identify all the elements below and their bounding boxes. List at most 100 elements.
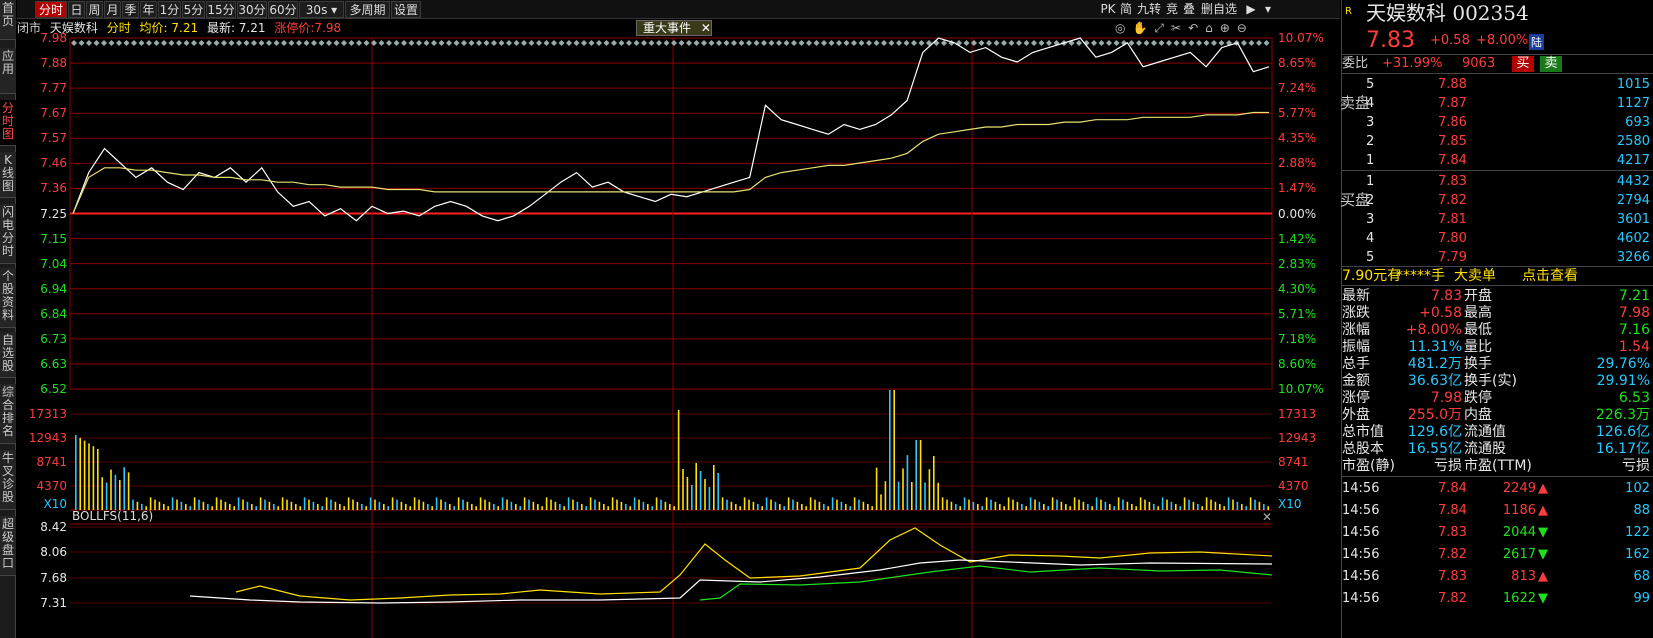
volume-bar bbox=[400, 501, 403, 510]
volume-bar bbox=[325, 497, 328, 510]
tick-diamond-mark bbox=[318, 40, 325, 46]
tick-diamond-mark bbox=[1188, 40, 1195, 46]
volume-bar bbox=[1113, 506, 1115, 510]
level-price: 7.87 bbox=[1438, 96, 1467, 111]
volume-bar bbox=[1210, 499, 1212, 510]
order-ratio-row: 委比 +31.99% 9063 买 卖 bbox=[1342, 54, 1653, 72]
tick-diamond-mark bbox=[1196, 40, 1202, 46]
buy-button[interactable]: 买 bbox=[1512, 56, 1534, 72]
stat-value: 126.6亿 bbox=[1595, 424, 1650, 440]
indicator-close-icon: ✕ bbox=[1262, 510, 1272, 524]
tick-diamond-mark bbox=[258, 40, 265, 46]
tick-diamond-mark bbox=[506, 40, 512, 46]
volume-bar bbox=[378, 501, 381, 510]
tick-count: 88 bbox=[1633, 503, 1650, 518]
volume-bar bbox=[303, 497, 306, 510]
bid-level-row[interactable]: 4 7.80 4602 bbox=[1342, 230, 1653, 248]
volume-bar bbox=[127, 472, 130, 510]
ask-level-row[interactable]: 2 7.85 2580 bbox=[1342, 133, 1653, 151]
volume-bar bbox=[1197, 504, 1199, 510]
stat-label: 跌停 bbox=[1464, 390, 1492, 406]
intraday-chart[interactable]: BOLLFS(11,6) ✕ bbox=[0, 0, 1340, 638]
volume-bar bbox=[1232, 499, 1234, 510]
volume-bar bbox=[1091, 506, 1093, 510]
tick-diamond-mark bbox=[483, 40, 490, 46]
sell-button[interactable]: 卖 bbox=[1540, 56, 1562, 72]
volume-bar bbox=[950, 501, 953, 510]
volume-bar bbox=[193, 497, 196, 510]
big-order-row[interactable]: 7.90元有 *****手 大卖单 点击查看 bbox=[1342, 266, 1653, 284]
tick-diamond-mark bbox=[986, 40, 992, 46]
level-index: 5 bbox=[1366, 250, 1375, 265]
tick-diamond-mark bbox=[708, 40, 715, 46]
tick-diamond-mark bbox=[86, 40, 92, 46]
volume-bar bbox=[259, 497, 262, 510]
tick-price: 7.84 bbox=[1438, 481, 1467, 496]
volume-bar bbox=[312, 501, 315, 510]
volume-bar bbox=[1192, 501, 1195, 510]
boll-mid-line bbox=[189, 559, 1273, 604]
tick-diamond-mark bbox=[753, 40, 760, 46]
ask-level-row[interactable]: 5 7.88 1015 bbox=[1342, 76, 1653, 94]
volume-bar bbox=[101, 477, 103, 510]
bid-level-row[interactable]: 3 7.81 3601 bbox=[1342, 211, 1653, 229]
stat-label: 总手 bbox=[1342, 356, 1370, 372]
tick-diamond-mark bbox=[896, 40, 902, 46]
volume-bar bbox=[1254, 499, 1256, 510]
order-ratio-value: +31.99% bbox=[1382, 56, 1443, 71]
volume-bar bbox=[119, 480, 121, 510]
stats-row: 总市值 129.6亿 流通值 126.6亿 bbox=[1342, 423, 1653, 441]
volume-bar bbox=[955, 504, 957, 510]
arrow-down-icon: ▼ bbox=[1538, 525, 1548, 540]
volume-bar bbox=[1038, 501, 1041, 510]
volume-bar bbox=[462, 499, 464, 510]
bid-level-row[interactable]: 5 7.79 3266 bbox=[1342, 249, 1653, 267]
level-volume: 3601 bbox=[1616, 212, 1650, 227]
stat-label: 涨停 bbox=[1342, 390, 1370, 406]
tick-diamond-mark bbox=[1211, 40, 1217, 46]
ask-level-row[interactable]: 1 7.84 4217 bbox=[1342, 152, 1653, 170]
volume-bar bbox=[171, 497, 174, 510]
big-order-view-link[interactable]: 点击查看 bbox=[1522, 267, 1578, 285]
tick-row: 14:56 7.83 813 ▲ 68 bbox=[1342, 568, 1653, 586]
tick-time: 14:56 bbox=[1342, 481, 1380, 496]
volume-bar bbox=[224, 501, 227, 510]
volume-bar bbox=[1069, 506, 1071, 510]
tick-diamond-mark bbox=[281, 40, 287, 46]
volume-bar bbox=[871, 506, 873, 510]
volume-bar bbox=[1073, 497, 1076, 510]
bid-level-row[interactable]: 2 7.82 2794 bbox=[1342, 192, 1653, 210]
tick-time: 14:56 bbox=[1342, 569, 1380, 584]
volume-bar bbox=[849, 506, 851, 510]
tick-diamond-mark bbox=[836, 40, 842, 46]
stat-label: 内盘 bbox=[1464, 407, 1492, 423]
volume-bar bbox=[1249, 497, 1252, 510]
tick-price: 7.83 bbox=[1438, 569, 1467, 584]
ask-level-row[interactable]: 4 7.87 1127 bbox=[1342, 95, 1653, 113]
tick-diamond-mark bbox=[611, 40, 617, 46]
volume-bar bbox=[1012, 499, 1014, 510]
tick-diamond-mark bbox=[93, 40, 100, 46]
logo-icon: R bbox=[1345, 6, 1352, 17]
volume-bar bbox=[281, 497, 284, 510]
level-price: 7.80 bbox=[1438, 231, 1467, 246]
tick-diamond-mark bbox=[573, 40, 580, 46]
bid-book: 1 7.83 4432 2 7.82 2794 3 7.81 3601 4 7.80 4602 5 7.7… bbox=[1342, 170, 1653, 266]
volume-bar bbox=[928, 469, 931, 510]
volume-bar bbox=[330, 499, 332, 510]
stat-value: 亏损 bbox=[1622, 458, 1650, 474]
bid-level-row[interactable]: 1 7.83 4432 bbox=[1342, 173, 1653, 191]
tick-list: 14:56 7.84 2249 ▲ 102 14:56 7.84 1186 ▲ 88 14:56 7.… bbox=[1342, 476, 1653, 638]
tick-diamond-mark bbox=[993, 40, 1000, 46]
ask-level-row[interactable]: 3 7.86 693 bbox=[1342, 114, 1653, 132]
volume-bar bbox=[114, 474, 117, 510]
volume-bar bbox=[845, 504, 847, 510]
volume-bar bbox=[889, 390, 891, 510]
volume-bar bbox=[83, 440, 86, 510]
tick-diamond-mark bbox=[798, 40, 805, 46]
tick-diamond-mark bbox=[888, 40, 895, 46]
tick-diamond-mark bbox=[1038, 40, 1045, 46]
volume-bar bbox=[880, 494, 882, 510]
stat-value: 129.6亿 bbox=[1407, 424, 1462, 440]
volume-bar bbox=[796, 501, 799, 510]
